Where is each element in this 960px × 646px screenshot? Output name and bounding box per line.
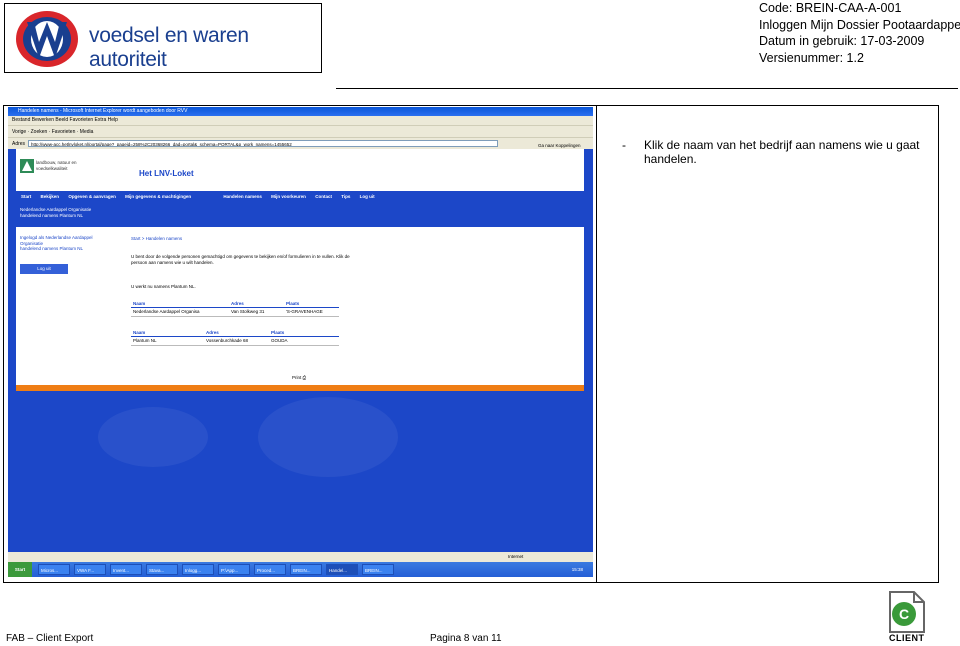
nav-tips[interactable]: Tips: [341, 194, 350, 199]
ie-menu-bar[interactable]: Bestand Bewerken Beeld Favorieten Extra …: [8, 116, 593, 125]
ie-status-bar: Internet: [8, 552, 593, 562]
portal-title: Het LNV-Loket: [139, 169, 194, 178]
ie-title-bar: Handelen namens - Microsoft Internet Exp…: [8, 107, 593, 116]
acting-as-bar: Nederlandse Aardappel Organisatie handel…: [16, 203, 584, 227]
nav-handelen-namens[interactable]: Handelen namens: [223, 194, 262, 199]
vwa-logo: voedsel en waren autoriteit: [4, 3, 322, 73]
breadcrumb[interactable]: Start > Handelen namens: [131, 236, 182, 241]
nav-start[interactable]: Start: [21, 194, 31, 199]
instruction-text: Klik de naam van het bedrijf aan namens …: [644, 138, 920, 166]
embedded-screenshot: Handelen namens - Microsoft Internet Exp…: [8, 107, 593, 577]
svg-text:C: C: [899, 606, 909, 622]
doc-title: Inloggen Mijn Dossier Pootaardappelen: [759, 17, 960, 32]
header-rule: [336, 88, 958, 89]
table-row[interactable]: Nederlandse Aardappel Organisa Van Stolk…: [131, 308, 339, 317]
logo-text: voedsel en waren autoriteit: [89, 24, 249, 71]
table-row[interactable]: Plantum NL Vossenburchkade 68 GOUDA: [131, 337, 339, 346]
taskbar-item[interactable]: Inlogg...: [182, 564, 214, 575]
login-info: Ingelogd als Nederlandse Aardappel Organ…: [20, 235, 93, 251]
nav-contact[interactable]: Contact: [315, 194, 332, 199]
taskbar-item[interactable]: VWA F...: [74, 564, 106, 575]
client-logo-label: CLIENT: [889, 633, 925, 643]
footer-title: FAB – Client Export: [6, 633, 94, 644]
logout-button[interactable]: Log uit: [20, 264, 68, 274]
instruction-bullet: -: [622, 138, 626, 152]
taskbar-clock: 15:38: [571, 567, 583, 572]
background-decoration: [98, 407, 208, 467]
column-divider: [596, 105, 597, 583]
windows-taskbar: Start Micros... VWA F... Invent... Stava…: [8, 562, 593, 577]
taskbar-item[interactable]: BREIN...: [290, 564, 322, 575]
nav-mijn-voorkeuren[interactable]: Mijn voorkeuren: [271, 194, 306, 199]
page-content: Ingelogd als Nederlandse Aardappel Organ…: [16, 227, 584, 385]
taskbar-item[interactable]: Proced...: [254, 564, 286, 575]
doc-version: Versienummer: 1.2: [759, 50, 864, 65]
ie-toolbar[interactable]: Vorige · Zoeken · Favorieten · Media: [8, 125, 593, 137]
taskbar-item[interactable]: P:\App...: [218, 564, 250, 575]
working-as-text: U werkt nu namens Plantum NL.: [131, 284, 196, 289]
ie-address-bar: Adres http://www-acc.hetlnvloket.nl/port…: [8, 137, 593, 149]
print-link[interactable]: Print ⎙: [292, 375, 306, 380]
nav-bekijken[interactable]: Bekijken: [41, 194, 60, 199]
taskbar-item[interactable]: BREIN...: [362, 564, 394, 575]
start-button[interactable]: Start: [8, 562, 32, 577]
background-decoration: [258, 397, 398, 477]
portal-nav: Start Bekijken Opgeven & aanvragen Mijn …: [16, 191, 584, 203]
nav-log-uit[interactable]: Log uit: [360, 194, 375, 199]
page-number: Pagina 8 van 11: [430, 633, 502, 644]
taskbar-item[interactable]: Invent...: [110, 564, 142, 575]
orange-footer-bar: [16, 385, 584, 391]
table-header: Naam Adres Plaats: [131, 329, 339, 337]
taskbar-item[interactable]: Stava...: [146, 564, 178, 575]
vwa-emblem-icon: [16, 11, 78, 67]
taskbar-item[interactable]: Micros...: [38, 564, 70, 575]
nav-opgeven[interactable]: Opgeven & aanvragen: [68, 194, 116, 199]
status-zone: Internet: [508, 554, 524, 559]
current-party-table: Naam Adres Plaats Plantum NL Vossenburch…: [131, 329, 339, 346]
lnv-org-name: landbouw, natuur en voedselkwaliteit: [36, 160, 77, 171]
principals-table: Naam Adres Plaats Nederlandse Aardappel …: [131, 300, 339, 317]
table-header: Naam Adres Plaats: [131, 300, 339, 308]
lnv-header: landbouw, natuur en voedselkwaliteit Het…: [16, 149, 584, 191]
doc-date: Datum in gebruik: 17-03-2009: [759, 34, 925, 48]
lnv-logo-icon: [20, 159, 34, 173]
address-input[interactable]: http://www-acc.hetlnvloket.nl/portal/pag…: [28, 140, 498, 147]
printer-icon: ⎙: [302, 375, 307, 380]
document-meta: Code: BREIN-CAA-A-001 Inloggen Mijn Doss…: [759, 0, 960, 66]
nav-mijn-gegevens[interactable]: Mijn gegevens & machtigingen: [125, 194, 191, 199]
doc-code: Code: BREIN-CAA-A-001: [759, 1, 902, 15]
taskbar-item-active[interactable]: Handel...: [326, 564, 358, 575]
instruction-item: - Klik de naam van het bedrijf aan namen…: [622, 138, 922, 166]
address-label: Adres: [12, 141, 26, 147]
intro-text: U bent door de volgende personen gemacht…: [131, 254, 350, 265]
